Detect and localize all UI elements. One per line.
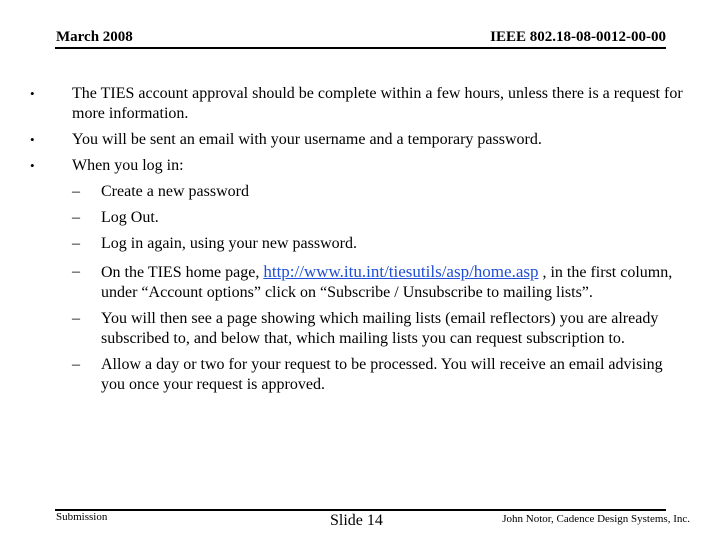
sub-bullet-item: – Log Out.: [30, 208, 690, 228]
bullet-text: When you log in:: [72, 157, 184, 174]
sub-bullet-item: – Create a new password: [30, 182, 690, 202]
bullet-icon: •: [30, 158, 35, 173]
header-date: March 2008: [56, 29, 133, 45]
sub-bullet-item: – Log in again, using your new password.: [30, 234, 690, 254]
bullet-item: • You will be sent an email with your us…: [30, 130, 690, 150]
footer-author: John Notor, Cadence Design Systems, Inc.: [502, 513, 690, 525]
bullet-item: • The TIES account approval should be co…: [30, 84, 690, 124]
sub-bullet-item: – You will then see a page showing which…: [30, 309, 690, 349]
sub-bullet-text: Log in again, using your new password.: [101, 235, 357, 252]
bullet-text: You will be sent an email with your user…: [72, 131, 542, 148]
dash-icon: –: [72, 356, 80, 373]
sub-bullet-text: You will then see a page showing which m…: [101, 310, 659, 347]
sub-bullet-text: Allow a day or two for your request to b…: [101, 356, 663, 393]
bullet-icon: •: [30, 132, 35, 147]
header-rule: [55, 47, 666, 49]
ties-home-link[interactable]: http://www.itu.int/tiesutils/asp/home.as…: [263, 262, 538, 281]
sub-bullet-item: – Allow a day or two for your request to…: [30, 355, 690, 395]
bullet-text: The TIES account approval should be comp…: [72, 85, 683, 122]
footer-rule: [55, 509, 666, 511]
dash-icon: –: [72, 310, 80, 327]
bullet-icon: •: [30, 86, 35, 101]
dash-icon: –: [72, 235, 80, 252]
dash-icon: –: [72, 183, 80, 200]
footer-slide-number: Slide 14: [330, 512, 383, 529]
footer-submission: Submission: [56, 511, 108, 523]
dash-icon: –: [72, 263, 80, 280]
sub-bullet-text-pre: On the TIES home page,: [101, 264, 264, 281]
bullet-item: • When you log in:: [30, 156, 690, 176]
header-doc-id: IEEE 802.18-08-0012-00-00: [490, 29, 666, 45]
slide-content: • The TIES account approval should be co…: [30, 84, 690, 401]
sub-bullet-text: Log Out.: [101, 209, 159, 226]
sub-bullet-item: – On the TIES home page, http://www.itu.…: [30, 262, 690, 303]
dash-icon: –: [72, 209, 80, 226]
sub-bullet-text: Create a new password: [101, 183, 249, 200]
